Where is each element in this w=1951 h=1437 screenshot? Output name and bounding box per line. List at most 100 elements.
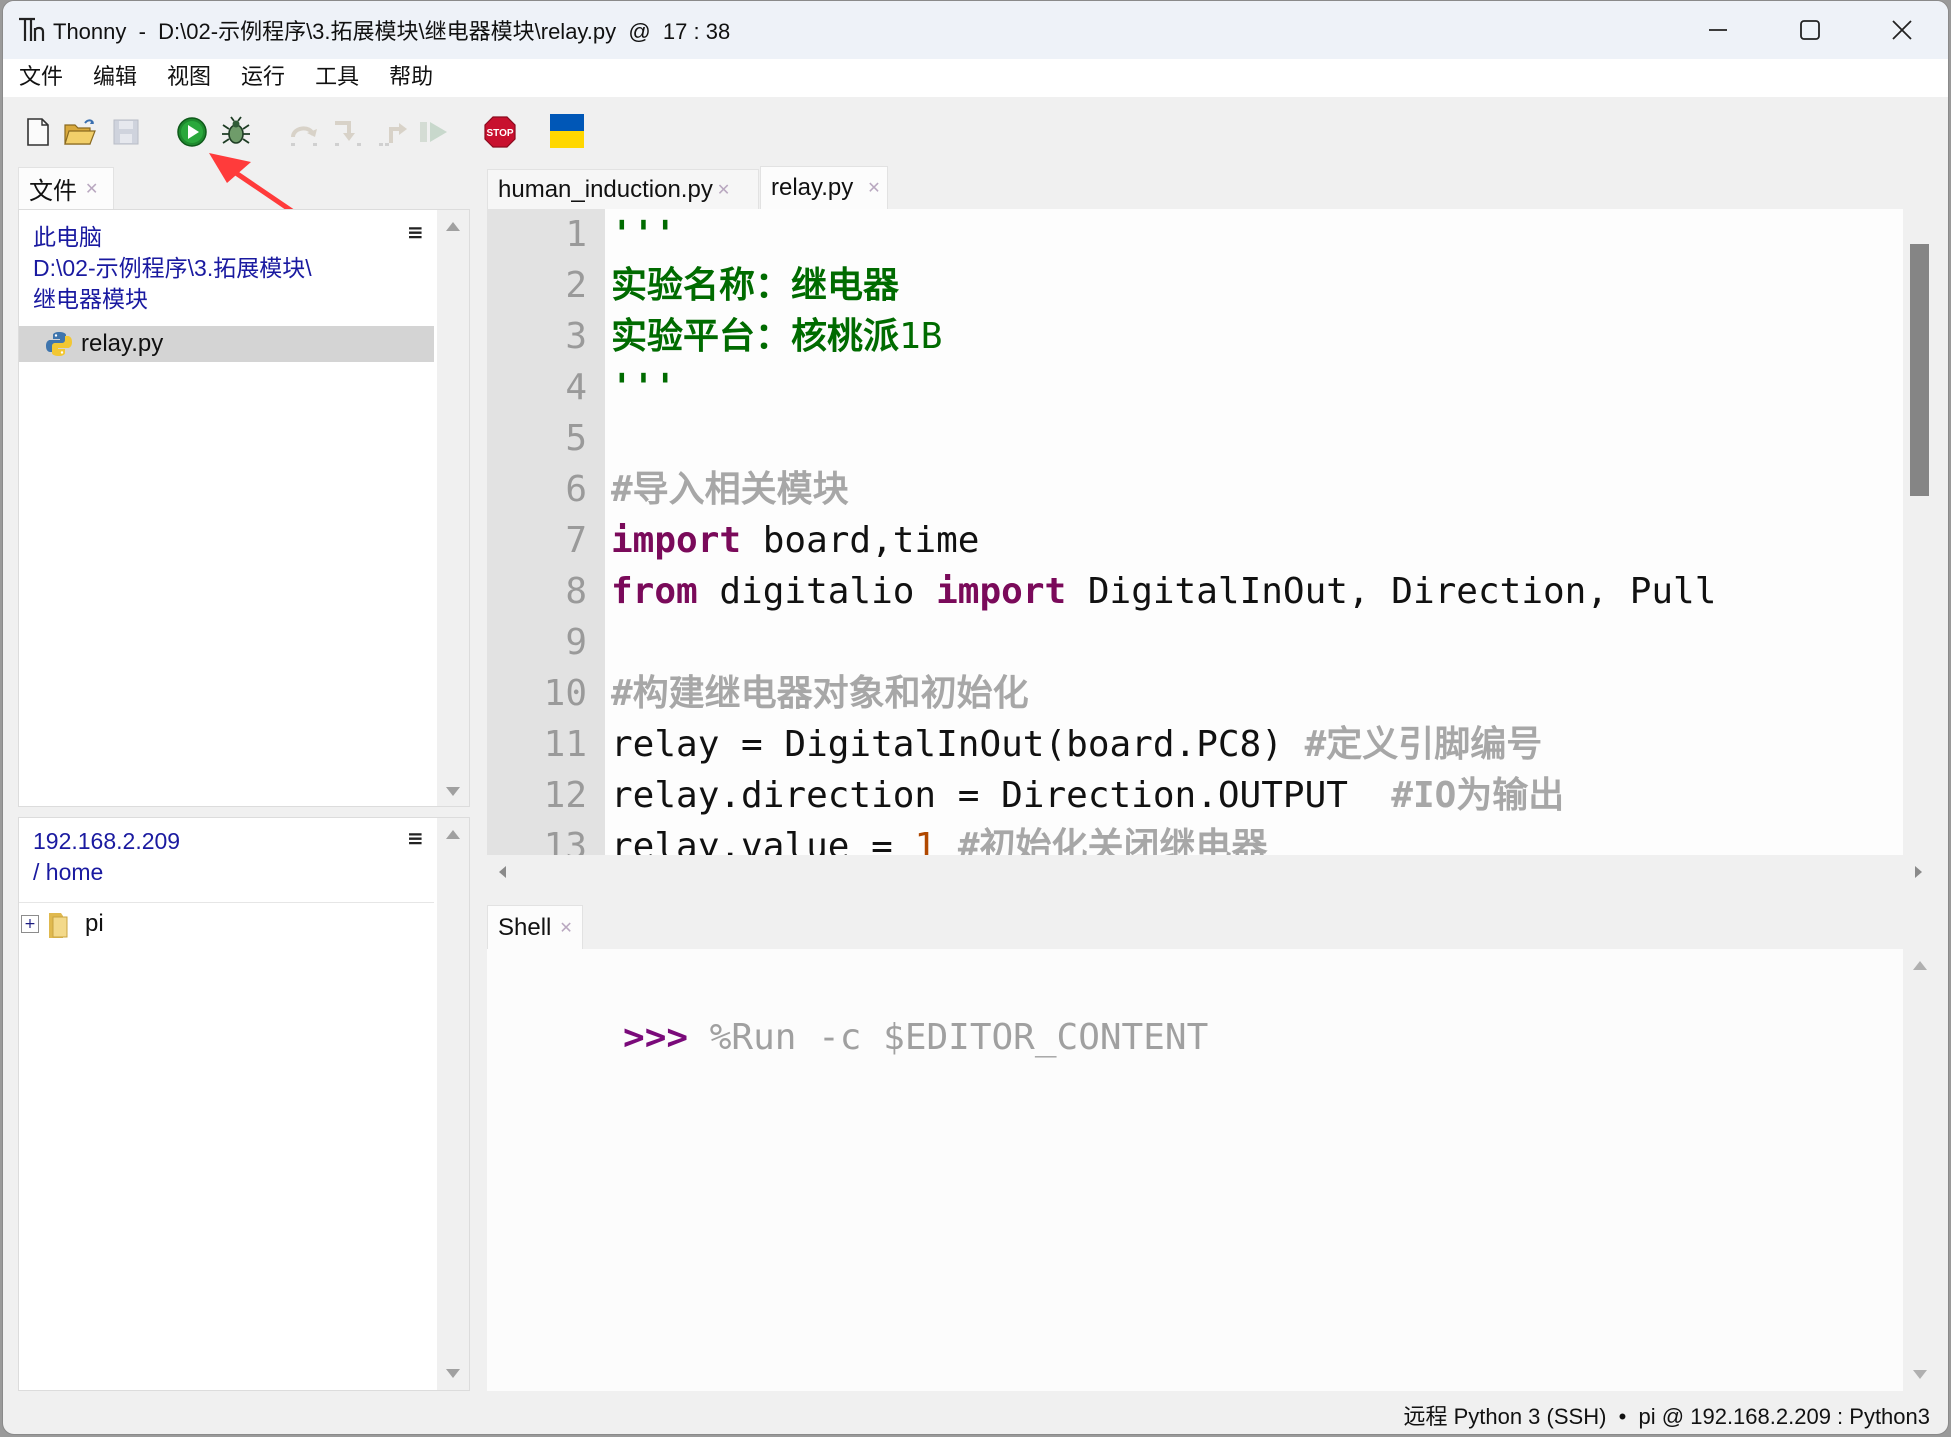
scroll-left-icon[interactable] xyxy=(499,866,506,878)
open-file-button[interactable] xyxy=(63,115,97,149)
tab-files[interactable]: 文件 ✕ xyxy=(18,167,114,209)
scroll-right-icon[interactable] xyxy=(1915,866,1922,878)
string-literal: ''' xyxy=(611,214,677,255)
path-link[interactable]: 继电器模块 xyxy=(33,284,312,315)
step-into-icon xyxy=(335,121,361,146)
shell-vertical-scrollbar[interactable] xyxy=(1903,949,1936,1391)
resume-button[interactable] xyxy=(417,115,451,149)
scroll-down-icon[interactable] xyxy=(446,787,460,796)
maximize-button[interactable] xyxy=(1764,1,1856,59)
menu-icon[interactable]: ≡ xyxy=(407,220,424,244)
file-item[interactable]: relay.py xyxy=(19,326,434,362)
line-number: 11 xyxy=(543,724,587,765)
code-line[interactable]: 7 import board,time xyxy=(487,515,1903,566)
editor-horizontal-scrollbar[interactable] xyxy=(487,855,1936,891)
bug-icon xyxy=(222,116,250,144)
folder-item[interactable]: + pi xyxy=(19,906,434,942)
menu-run[interactable]: 运行 xyxy=(227,59,299,97)
tab-shell[interactable]: Shell ✕ xyxy=(487,905,583,949)
tab-human-induction[interactable]: human_induction.py ✕ xyxy=(487,169,759,209)
code-text: ''' xyxy=(611,362,676,413)
scroll-up-icon[interactable] xyxy=(446,830,460,839)
close-icon[interactable]: ✕ xyxy=(559,918,572,938)
code-text: from digitalio import DigitalInOut, Dire… xyxy=(611,566,1716,617)
scrollbar-thumb[interactable] xyxy=(1910,244,1929,496)
code-line[interactable]: 5 xyxy=(487,413,1903,464)
close-button[interactable] xyxy=(1856,1,1948,59)
code-line[interactable]: 10 #构建继电器对象和初始化 xyxy=(487,668,1903,719)
string-literal: ''' xyxy=(611,367,677,408)
shell-line: >>> %Run -c $EDITOR_CONTENT xyxy=(493,961,1208,1114)
code-text: 实验平台：核桃派1B xyxy=(611,311,942,362)
string-literal: 实验名称：继电器 xyxy=(611,265,900,306)
remote-path-link[interactable]: / home xyxy=(33,857,180,888)
code-editor[interactable]: 1 ''' 2 实验名称：继电器 3 实验平台：核桃派1B 4 ''' 5 6 #导入相关模块 7 im… xyxy=(487,209,1903,855)
path-root-link[interactable]: 此电脑 xyxy=(33,222,312,253)
stop-button[interactable]: STOP xyxy=(483,115,517,149)
code-text: import board,time xyxy=(611,515,979,566)
path-link[interactable]: D:\02-示例程序\3.拓展模块\ xyxy=(33,253,312,284)
thonny-window: Thonny - D:\02-示例程序\3.拓展模块\继电器模块\relay.p… xyxy=(2,0,1949,1435)
support-ukraine-button[interactable] xyxy=(549,113,585,149)
step-out-icon xyxy=(379,123,407,146)
code-text: relay.value = 1 #初始化关闭继电器 xyxy=(611,821,1268,855)
menu-view[interactable]: 视图 xyxy=(153,59,225,97)
shell-command: %Run -c $EDITOR_CONTENT xyxy=(688,1017,1209,1058)
status-bar[interactable]: 远程 Python 3 (SSH) • pi @ 192.168.2.209 :… xyxy=(1403,1399,1930,1431)
scroll-up-icon[interactable] xyxy=(1913,961,1927,970)
debug-button[interactable] xyxy=(219,115,253,149)
file-name: relay.py xyxy=(81,330,164,357)
expand-icon[interactable]: + xyxy=(21,915,39,933)
minimize-button[interactable] xyxy=(1672,1,1764,59)
stop-icon: STOP xyxy=(484,116,516,148)
remote-host-link[interactable]: 192.168.2.209 xyxy=(33,826,180,857)
folder-name: pi xyxy=(85,910,104,937)
menu-help[interactable]: 帮助 xyxy=(375,59,447,97)
code-text: relay.direction = Direction.OUTPUT #IO为输… xyxy=(611,770,1564,821)
code-line[interactable]: 1 ''' xyxy=(487,209,1903,260)
tab-relay[interactable]: relay.py ✕ xyxy=(760,166,888,209)
scroll-down-icon[interactable] xyxy=(1913,1370,1927,1379)
line-number: 3 xyxy=(565,316,587,357)
menu-tools[interactable]: 工具 xyxy=(301,59,373,97)
menu-edit[interactable]: 编辑 xyxy=(79,59,151,97)
folder-icon xyxy=(49,913,68,938)
code-line[interactable]: 2 实验名称：继电器 xyxy=(487,260,1903,311)
code-line[interactable]: 9 xyxy=(487,617,1903,668)
code-token: digitalio xyxy=(697,571,937,612)
new-file-button[interactable] xyxy=(21,115,55,149)
local-files-scrollbar[interactable] xyxy=(437,210,469,806)
close-icon[interactable]: ✕ xyxy=(85,179,98,199)
line-number: 9 xyxy=(565,622,587,663)
line-number: 12 xyxy=(543,775,587,816)
scroll-up-icon[interactable] xyxy=(446,222,460,231)
window-title: Thonny - D:\02-示例程序\3.拓展模块\继电器模块\relay.p… xyxy=(53,19,731,44)
step-into-button[interactable] xyxy=(331,115,365,149)
code-line[interactable]: 8 from digitalio import DigitalInOut, Dir… xyxy=(487,566,1903,617)
menu-icon[interactable]: ≡ xyxy=(407,826,424,850)
comment: #初始化关闭继电器 xyxy=(957,826,1268,855)
save-button[interactable] xyxy=(109,115,143,149)
remote-files-scrollbar[interactable] xyxy=(437,818,469,1390)
code-line[interactable]: 13 relay.value = 1 #初始化关闭继电器 xyxy=(487,821,1903,855)
code-line[interactable]: 3 实验平台：核桃派1B xyxy=(487,311,1903,362)
step-over-button[interactable] xyxy=(287,115,321,149)
close-icon[interactable]: ✕ xyxy=(717,180,730,200)
code-line[interactable]: 11 relay = DigitalInOut(board.PC8) #定义引脚编… xyxy=(487,719,1903,770)
code-text: ''' xyxy=(611,209,676,260)
run-button[interactable] xyxy=(175,115,209,149)
menu-file[interactable]: 文件 xyxy=(5,59,77,97)
code-line[interactable]: 12 relay.direction = Direction.OUTPUT #IO… xyxy=(487,770,1903,821)
local-path-breadcrumb: 此电脑 D:\02-示例程序\3.拓展模块\ 继电器模块 xyxy=(33,222,312,315)
code-line[interactable]: 4 ''' xyxy=(487,362,1903,413)
step-out-button[interactable] xyxy=(375,115,409,149)
shell-prompt: >>> xyxy=(623,1017,689,1058)
thonny-logo-icon xyxy=(17,15,47,45)
shell-console[interactable]: >>> %Run -c $EDITOR_CONTENT xyxy=(487,949,1903,1391)
scroll-down-icon[interactable] xyxy=(446,1369,460,1378)
code-line[interactable]: 6 #导入相关模块 xyxy=(487,464,1903,515)
line-number: 2 xyxy=(565,265,587,306)
editor-vertical-scrollbar[interactable] xyxy=(1903,209,1936,855)
code-token: relay.direction = Direction.OUTPUT xyxy=(611,775,1392,816)
close-icon[interactable]: ✕ xyxy=(867,178,880,198)
